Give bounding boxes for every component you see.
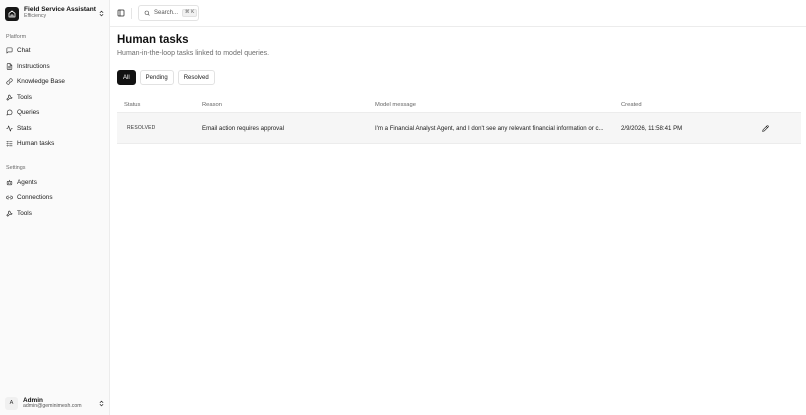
sidebar-item-knowledge-base[interactable]: Knowledge Base <box>6 76 106 87</box>
filter-all-button[interactable]: All <box>117 70 136 85</box>
section-label-settings: Settings <box>6 165 26 171</box>
sidebar-item-label: Queries <box>17 109 40 116</box>
sidebar-item-label: Tools <box>17 210 32 217</box>
divider <box>131 8 132 19</box>
column-header-created: Created <box>621 101 642 108</box>
page-title: Human tasks <box>117 34 189 46</box>
link-icon <box>6 78 13 85</box>
column-header-status: Status <box>124 101 141 108</box>
sidebar-item-queries[interactable]: Queries <box>6 107 106 118</box>
sidebar-item-human-tasks[interactable]: Human tasks <box>6 138 106 149</box>
sidebar-item-label: Agents <box>17 179 37 186</box>
search-icon <box>144 10 150 16</box>
sidebar-toggle-button[interactable] <box>116 8 126 18</box>
status-badge: RESOLVED <box>127 125 156 131</box>
sidebar-item-label: Stats <box>17 125 32 132</box>
message-square-icon <box>6 47 13 54</box>
table-row[interactable]: RESOLVED Email action requires approval … <box>117 113 801 144</box>
table-header: Status Reason Model message Created <box>117 97 801 113</box>
chevrons-up-down-icon <box>99 10 104 17</box>
chevrons-up-down-icon <box>99 400 104 406</box>
sidebar-item-chat[interactable]: Chat <box>6 45 106 56</box>
app-switcher[interactable]: Field Service Assistant Efficiency <box>5 5 105 22</box>
page-subtitle: Human-in-the-loop tasks linked to model … <box>117 50 270 57</box>
top-bar: Search... ⌘ K <box>110 0 806 27</box>
link-2-icon <box>6 195 13 200</box>
activity-icon <box>6 125 13 132</box>
filter-resolved-button[interactable]: Resolved <box>177 70 215 85</box>
sidebar-item-label: Chat <box>17 47 31 54</box>
column-header-reason: Reason <box>202 101 222 108</box>
sidebar-item-settings-tools[interactable]: Tools <box>6 208 106 219</box>
sidebar-item-label: Connections <box>17 194 53 201</box>
wrench-icon <box>6 94 13 101</box>
filter-pending-button[interactable]: Pending <box>139 70 174 85</box>
file-text-icon <box>6 63 13 70</box>
list-checks-icon <box>6 140 13 147</box>
search-placeholder: Search... <box>154 10 179 16</box>
wrench-icon <box>6 210 13 217</box>
sidebar-item-label: Tools <box>17 94 32 101</box>
human-tasks-table: Status Reason Model message Created RESO… <box>117 97 801 144</box>
sidebar: Field Service Assistant Efficiency Platf… <box>0 0 110 415</box>
avatar: A <box>5 396 18 410</box>
status-filter-group: All Pending Resolved <box>117 70 215 85</box>
sidebar-item-instructions[interactable]: Instructions <box>6 61 106 72</box>
sidebar-item-stats[interactable]: Stats <box>6 123 106 134</box>
sidebar-item-label: Knowledge Base <box>17 78 65 85</box>
sidebar-item-agents[interactable]: Agents <box>6 177 106 188</box>
section-label-platform: Platform <box>6 34 27 40</box>
column-header-model-message: Model message <box>375 101 416 108</box>
user-menu[interactable]: A Admin admin@geminimesh.com <box>5 394 105 412</box>
cell-reason: Email action requires approval <box>202 124 284 132</box>
cell-model-message: I'm a Financial Analyst Agent, and I don… <box>375 124 604 132</box>
sidebar-item-connections[interactable]: Connections <box>6 192 106 203</box>
search-input[interactable]: Search... ⌘ K <box>138 5 199 21</box>
home-icon <box>5 6 19 21</box>
search-shortcut: ⌘ K <box>182 9 198 17</box>
bot-icon <box>6 179 13 186</box>
app-subtitle: Efficiency <box>24 13 47 20</box>
user-email: admin@geminimesh.com <box>23 402 82 409</box>
sidebar-item-tools[interactable]: Tools <box>6 92 106 103</box>
pencil-icon <box>762 124 769 132</box>
panel-left-icon <box>117 9 125 17</box>
cell-created: 2/9/2026, 11:58:41 PM <box>621 124 683 132</box>
sidebar-item-label: Instructions <box>17 63 50 70</box>
edit-button[interactable] <box>761 124 770 133</box>
message-circle-icon <box>6 109 13 116</box>
sidebar-item-label: Human tasks <box>17 140 55 147</box>
